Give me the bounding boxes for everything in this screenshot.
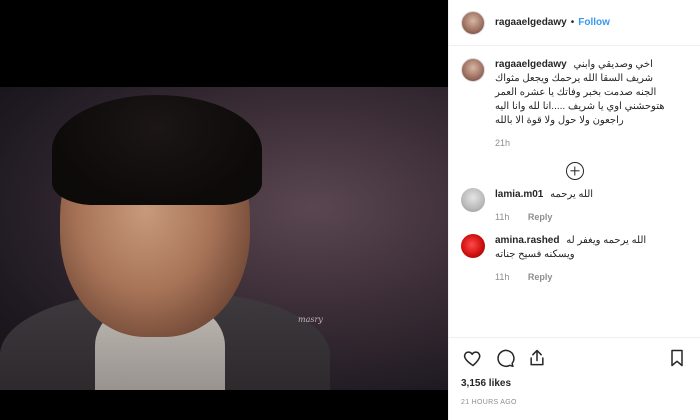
load-more-plus-icon[interactable] (565, 162, 584, 180)
caption: ragaaelgedawy اخي وصديقي وابني شريف السق… (461, 58, 688, 148)
post-timestamp[interactable]: 21 HOURS AGO (461, 399, 689, 406)
commenter-username[interactable]: amina.rashed (495, 235, 559, 246)
share-icon[interactable] (525, 346, 549, 370)
comment-time[interactable]: 11h (495, 212, 509, 222)
load-more-comments (461, 162, 688, 180)
owner-avatar[interactable] (461, 10, 485, 35)
header-separator: • (570, 17, 575, 28)
caption-text: ragaaelgedawy اخي وصديقي وابني شريف السق… (495, 58, 688, 128)
post-actions: 3,156 likes 21 HOURS AGO (449, 337, 700, 406)
reply-button[interactable]: Reply (528, 272, 553, 282)
owner-username[interactable]: ragaaelgedawy (495, 17, 567, 28)
action-icons (461, 346, 689, 370)
commenter-avatar[interactable] (461, 234, 485, 258)
post-media-pane: masry (0, 0, 448, 420)
comment-text: الله يرحمه (550, 189, 594, 200)
comment-meta: 11h Reply (495, 272, 688, 282)
comment-time[interactable]: 11h (495, 272, 509, 282)
caption-avatar[interactable] (461, 58, 485, 82)
caption-line: شريف السقا الله يرحمك ويجعل مثواك (495, 73, 653, 84)
follow-button[interactable]: Follow (578, 17, 610, 28)
caption-meta: 21h (495, 138, 688, 148)
caption-line: الجنه صدمت بخبر وفاتك يا عشره العمر (495, 87, 657, 98)
like-count[interactable]: 3,156 likes (461, 378, 689, 389)
reply-button[interactable]: Reply (528, 212, 553, 222)
comment-item: lamia.m01 الله يرحمه 11h Reply (461, 188, 688, 222)
comment-icon[interactable] (493, 346, 517, 370)
commenter-avatar[interactable] (461, 188, 485, 212)
commenter-username[interactable]: lamia.m01 (495, 189, 543, 200)
photo-watermark: masry (298, 315, 323, 324)
post-header: ragaaelgedawy • Follow (449, 0, 700, 46)
comment-text-line: ويسكنه فسيح جناته (495, 249, 575, 260)
comment-item: amina.rashed الله يرحمه ويغفر له ويسكنه … (461, 234, 688, 282)
caption-username[interactable]: ragaaelgedawy (495, 59, 567, 70)
photo-hair (52, 95, 262, 205)
caption-line: هتوحشني اوي يا شريف .....انا لله وانا ال… (495, 101, 665, 112)
bookmark-icon[interactable] (665, 346, 689, 370)
post-photo: masry (0, 87, 448, 390)
comment-meta: 11h Reply (495, 212, 688, 222)
post-side-panel: ragaaelgedawy • Follow ragaaelgedawy اخي… (448, 0, 700, 420)
caption-line: راجعون ولا حول ولا قوة الا بالله (495, 115, 624, 126)
comment-text-line: الله يرحمه ويغفر له (566, 235, 647, 246)
caption-time[interactable]: 21h (495, 138, 510, 148)
heart-icon[interactable] (461, 346, 485, 370)
caption-line: اخي وصديقي وابني (573, 59, 653, 70)
comments-list: ragaaelgedawy اخي وصديقي وابني شريف السق… (449, 46, 700, 282)
